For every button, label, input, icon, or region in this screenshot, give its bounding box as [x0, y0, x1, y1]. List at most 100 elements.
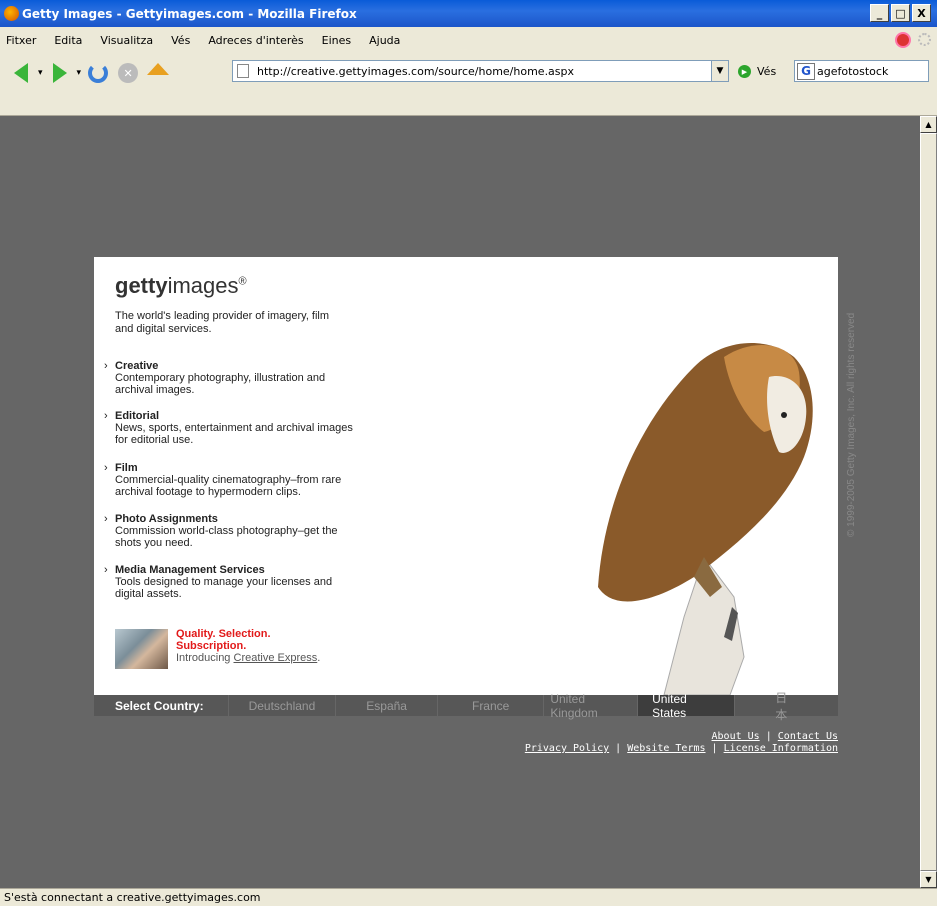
- owl-eye: [781, 412, 787, 418]
- service-title[interactable]: Media Management Services: [115, 564, 354, 576]
- promo-intro: Introducing: [176, 652, 231, 664]
- chevron-right-icon: ›: [104, 513, 108, 525]
- maximize-button[interactable]: □: [891, 4, 910, 22]
- getty-logo[interactable]: gettyimages®: [115, 273, 247, 299]
- tagline: The world's leading provider of imagery,…: [115, 310, 330, 335]
- close-button[interactable]: X: [912, 4, 931, 22]
- country-jp[interactable]: 日本: [734, 691, 838, 722]
- chevron-right-icon: ›: [104, 360, 108, 372]
- browser-window: Getty Images - Gettyimages.com - Mozilla…: [0, 0, 937, 906]
- back-dropdown-icon[interactable]: ▾: [38, 68, 43, 78]
- service-title[interactable]: Creative: [115, 360, 354, 372]
- service-desc: Commercial-quality cinematography–from r…: [115, 474, 342, 498]
- reload-button[interactable]: [85, 60, 111, 86]
- back-button[interactable]: [8, 60, 34, 86]
- country-uk[interactable]: United Kingdom: [543, 692, 637, 720]
- about-us-link[interactable]: About Us: [712, 731, 760, 742]
- service-creative[interactable]: › Creative Contemporary photography, ill…: [104, 360, 354, 396]
- home-button[interactable]: [145, 60, 171, 86]
- url-dropdown-icon[interactable]: ▼: [711, 60, 729, 82]
- logo-mark: ®: [238, 275, 247, 288]
- page-icon: [237, 64, 249, 78]
- owl-photo: [598, 343, 813, 695]
- reload-icon: [88, 63, 109, 83]
- country-selector: Select Country: Deutschland España Franc…: [94, 691, 838, 722]
- service-media-management[interactable]: › Media Management Services Tools design…: [104, 564, 354, 600]
- service-editorial[interactable]: › Editorial News, sports, entertainment …: [104, 410, 354, 446]
- url-text[interactable]: http://creative.gettyimages.com/source/h…: [257, 65, 574, 78]
- go-label: Vés: [757, 65, 777, 78]
- service-title[interactable]: Film: [115, 462, 354, 474]
- menu-bar: Fitxer Edita Visualitza Vés Adreces d'in…: [0, 27, 937, 53]
- menu-tools[interactable]: Eines: [320, 33, 353, 48]
- chevron-right-icon: ›: [104, 410, 108, 422]
- status-text: S'està connectant a creative.gettyimages…: [4, 891, 261, 904]
- minimize-button[interactable]: _: [870, 4, 889, 22]
- throbber-icon: [918, 33, 931, 46]
- home-icon: [147, 63, 170, 75]
- google-search-icon[interactable]: G: [797, 62, 815, 80]
- footer-links: About Us | Contact Us Privacy Policy | W…: [525, 731, 838, 755]
- promo-text: Quality. Selection. Subscription. Introd…: [176, 628, 320, 664]
- copyright-text: © 1999-2005 Getty Images, Inc. All right…: [846, 312, 857, 537]
- navigation-toolbar: ▾ ▾ ✕ http://creative.gettyimages.com/so…: [0, 53, 937, 93]
- service-photo-assignments[interactable]: › Photo Assignments Commission world-cla…: [104, 513, 354, 549]
- country-us[interactable]: United States: [637, 692, 735, 720]
- chevron-right-icon: ›: [104, 462, 108, 474]
- license-information-link[interactable]: License Information: [724, 743, 838, 754]
- service-film[interactable]: › Film Commercial-quality cinematography…: [104, 462, 354, 498]
- footer-separator: |: [615, 743, 622, 754]
- vertical-scrollbar[interactable]: ▲ ▼: [920, 116, 937, 888]
- chevron-right-icon: ›: [104, 564, 108, 576]
- scroll-down-icon[interactable]: ▼: [920, 871, 937, 888]
- menu-go[interactable]: Vés: [169, 33, 192, 48]
- logo-bold: getty: [115, 273, 168, 298]
- forward-button[interactable]: [47, 60, 73, 86]
- copyright-notice: © 1999-2005 Getty Images, Inc. All right…: [838, 257, 857, 695]
- stop-sign-icon: [895, 32, 911, 48]
- country-es[interactable]: España: [335, 695, 437, 716]
- scroll-thumb[interactable]: [920, 133, 937, 871]
- footer-separator: |: [711, 743, 718, 754]
- menu-view[interactable]: Visualitza: [98, 33, 155, 48]
- service-desc: Tools designed to manage your licenses a…: [115, 576, 333, 600]
- stop-button[interactable]: ✕: [115, 60, 141, 86]
- website-terms-link[interactable]: Website Terms: [627, 743, 705, 754]
- service-desc: Commission world-class photography–get t…: [115, 525, 338, 549]
- country-fr[interactable]: France: [436, 695, 543, 716]
- window-controls: _ □ X: [870, 4, 931, 22]
- go-button[interactable]: ▶ Vés: [738, 65, 776, 78]
- country-de[interactable]: Deutschland: [227, 695, 336, 716]
- forward-arrow-icon: [52, 63, 67, 83]
- address-bar[interactable]: http://creative.gettyimages.com/source/h…: [232, 60, 729, 82]
- creative-express-link[interactable]: Creative Express: [234, 652, 318, 664]
- forward-dropdown-icon[interactable]: ▾: [77, 68, 82, 78]
- promo-line1: Quality. Selection.: [176, 628, 271, 640]
- service-desc: Contemporary photography, illustration a…: [115, 372, 326, 396]
- window-title: Getty Images - Gettyimages.com - Mozilla…: [22, 6, 357, 21]
- menu-bookmarks[interactable]: Adreces d'interès: [206, 33, 305, 48]
- promo-line2: Subscription.: [176, 640, 247, 652]
- status-bar: S'està connectant a creative.gettyimages…: [0, 888, 937, 906]
- bookmarks-toolbar: [0, 93, 937, 116]
- promo-image[interactable]: [115, 629, 168, 669]
- country-label: Select Country:: [115, 698, 204, 713]
- page-content: gettyimages® The world's leading provide…: [0, 116, 937, 888]
- privacy-policy-link[interactable]: Privacy Policy: [525, 743, 609, 754]
- menu-file[interactable]: Fitxer: [4, 33, 38, 48]
- contact-us-link[interactable]: Contact Us: [778, 731, 838, 742]
- service-title[interactable]: Editorial: [115, 410, 354, 422]
- footer-separator: |: [765, 731, 772, 742]
- search-value[interactable]: agefotostock: [817, 65, 888, 78]
- title-bar: Getty Images - Gettyimages.com - Mozilla…: [0, 0, 937, 27]
- menu-help[interactable]: Ajuda: [367, 33, 402, 48]
- firefox-icon: [4, 6, 19, 21]
- promo-period: .: [317, 652, 321, 664]
- go-icon: ▶: [738, 65, 751, 78]
- stop-icon: ✕: [118, 63, 139, 83]
- search-field[interactable]: G agefotostock: [794, 60, 929, 82]
- service-title[interactable]: Photo Assignments: [115, 513, 354, 525]
- service-desc: News, sports, entertainment and archival…: [115, 422, 353, 446]
- scroll-up-icon[interactable]: ▲: [920, 116, 937, 133]
- menu-edit[interactable]: Edita: [52, 33, 84, 48]
